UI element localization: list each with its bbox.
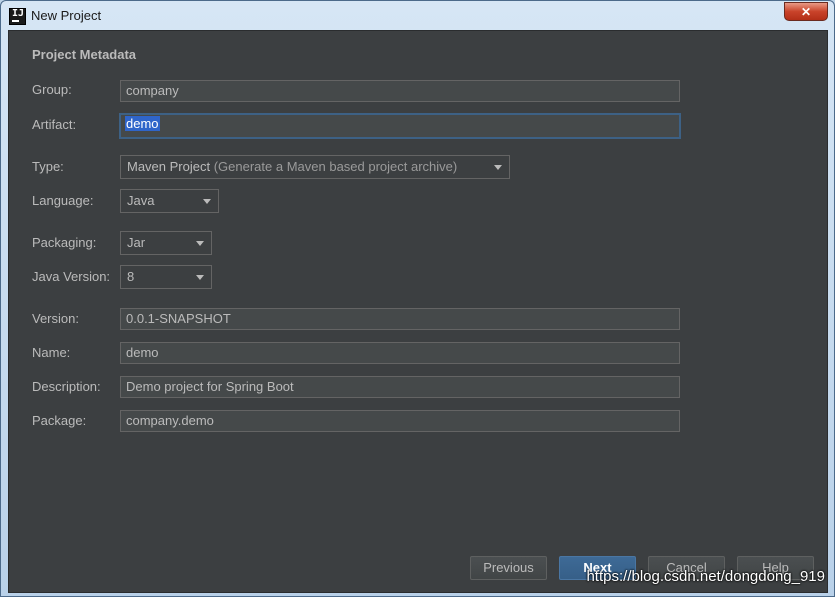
chevron-down-icon [203, 199, 211, 204]
type-label: Type: [32, 159, 64, 174]
language-dropdown[interactable]: Java [120, 189, 219, 213]
window-title: New Project [31, 8, 102, 23]
description-label: Description: [32, 379, 101, 394]
package-input[interactable]: company.demo [120, 410, 680, 432]
section-title: Project Metadata [32, 47, 137, 62]
close-icon: ✕ [800, 5, 812, 19]
artifact-label: Artifact: [32, 117, 77, 132]
close-button[interactable]: ✕ [784, 2, 828, 21]
java-version-label: Java Version: [32, 269, 111, 284]
group-value: company [126, 83, 179, 98]
java-version-value: 8 [127, 269, 135, 284]
package-value: company.demo [126, 413, 214, 428]
type-dropdown[interactable]: Maven Project (Generate a Maven based pr… [120, 155, 510, 179]
name-input[interactable]: demo [120, 342, 680, 364]
package-label: Package: [32, 413, 87, 428]
version-label: Version: [32, 311, 79, 326]
language-label: Language: [32, 193, 94, 208]
java-version-dropdown[interactable]: 8 [120, 265, 212, 289]
type-value: Maven Project [127, 159, 211, 174]
artifact-value: demo [125, 116, 160, 131]
previous-button[interactable]: Previous [470, 556, 547, 580]
new-project-window: IJ New Project ✕ Project Metadata Group:… [0, 0, 835, 597]
name-value: demo [126, 345, 159, 360]
chevron-down-icon [196, 241, 204, 246]
group-input[interactable]: company [120, 80, 680, 102]
type-hint: (Generate a Maven based project archive) [213, 159, 458, 174]
chevron-down-icon [196, 275, 204, 280]
title-bar: IJ New Project ✕ [1, 1, 834, 30]
language-value: Java [127, 193, 155, 208]
version-input[interactable]: 0.0.1-SNAPSHOT [120, 308, 680, 330]
chevron-down-icon [494, 165, 502, 170]
packaging-value: Jar [127, 235, 146, 250]
packaging-dropdown[interactable]: Jar [120, 231, 212, 255]
description-value: Demo project for Spring Boot [126, 379, 294, 394]
description-input[interactable]: Demo project for Spring Boot [120, 376, 680, 398]
artifact-input[interactable]: demo [119, 113, 681, 139]
name-label: Name: [32, 345, 71, 360]
group-label: Group: [32, 82, 72, 97]
dialog-content: Project Metadata Group: company Artifact… [8, 30, 828, 593]
packaging-label: Packaging: [32, 235, 97, 250]
watermark: https://blog.csdn.net/dongdong_919 [586, 568, 825, 585]
version-value: 0.0.1-SNAPSHOT [126, 311, 231, 326]
intellij-idea-icon: IJ [9, 8, 26, 25]
